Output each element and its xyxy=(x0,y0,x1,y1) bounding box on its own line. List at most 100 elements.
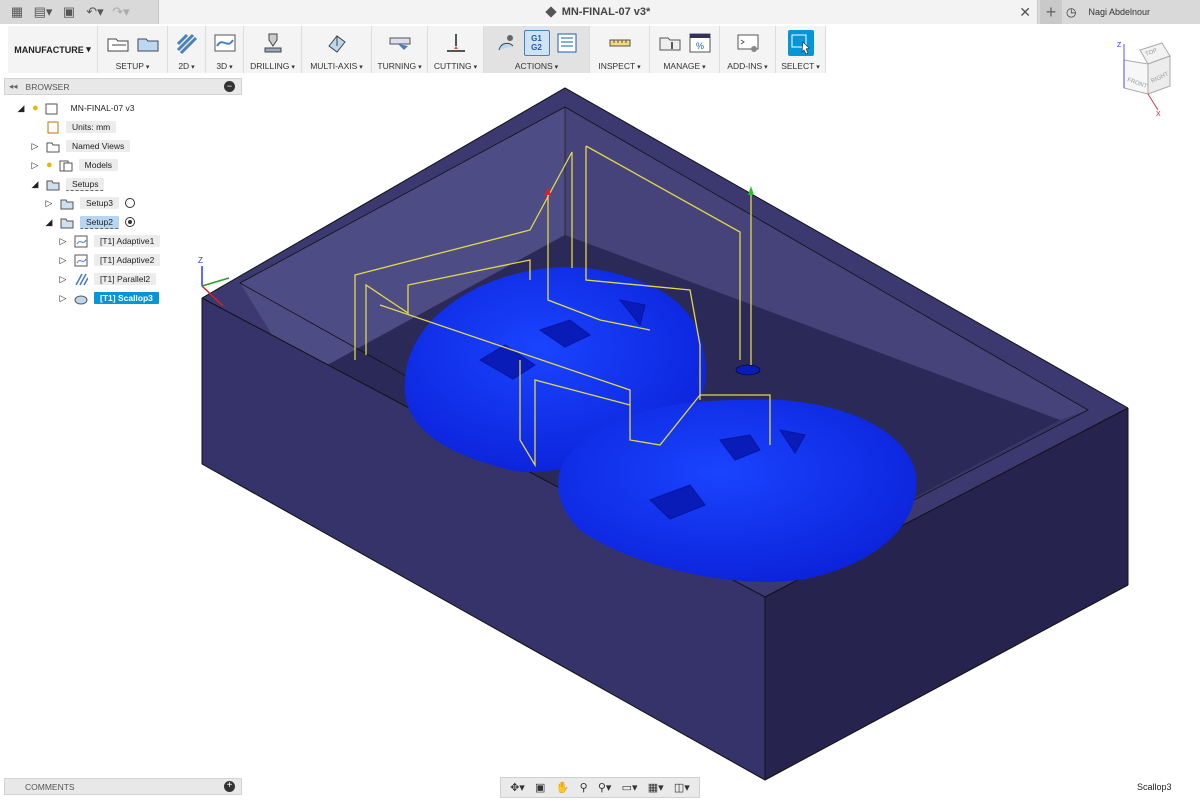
tab-actions[interactable]: G1 G2 ACTIONS xyxy=(484,26,590,73)
lightbulb-icon[interactable]: ● xyxy=(46,159,53,171)
template-icon[interactable]: % xyxy=(687,30,713,56)
file-icon[interactable]: ▤▾ xyxy=(32,1,54,23)
drill-icon[interactable] xyxy=(260,30,286,56)
cutting-icon[interactable] xyxy=(443,30,469,56)
document-icon xyxy=(545,6,557,18)
2d-pocket-icon[interactable] xyxy=(174,30,200,56)
setup-sheet-icon[interactable] xyxy=(554,30,580,56)
expanded-arrow-icon[interactable]: ◢ xyxy=(44,217,54,228)
multi-axis-icon[interactable] xyxy=(324,30,350,56)
setups-folder-icon xyxy=(46,180,60,190)
3d-adaptive-icon[interactable] xyxy=(212,30,238,56)
collapse-browser-icon[interactable]: ◂◂ xyxy=(9,81,18,92)
expanded-arrow-icon[interactable]: ◢ xyxy=(30,179,40,190)
navigation-bar: ✥▾ ▣ ✋ ⚲ ⚲▾ ▭▾ ▦▾ ◫▾ xyxy=(500,777,700,798)
orbit-icon[interactable]: ✥▾ xyxy=(510,781,525,794)
triad-z-label: Z xyxy=(198,256,203,265)
collapsed-arrow-icon[interactable]: ▷ xyxy=(58,236,68,247)
setup-folder-icon[interactable] xyxy=(135,30,161,56)
grid-icon[interactable]: ▦▾ xyxy=(648,781,664,794)
new-setup-icon[interactable] xyxy=(105,30,131,56)
document-node-icon xyxy=(45,103,58,114)
workspace-switcher[interactable]: MANUFACTURE ▾ xyxy=(8,26,98,73)
viewcube[interactable]: TOP FRONT RIGHT Z X xyxy=(1110,38,1190,118)
tab-multi-axis[interactable]: MULTI-AXIS xyxy=(302,26,372,73)
browser-minimize-icon[interactable]: − xyxy=(224,81,235,92)
viewport-3d[interactable] xyxy=(0,0,1200,800)
viewcube-z-label: Z xyxy=(1117,42,1122,49)
units-icon xyxy=(47,121,59,133)
save-icon[interactable]: ▣ xyxy=(58,1,80,23)
collapsed-arrow-icon[interactable]: ▷ xyxy=(58,274,68,285)
display-settings-icon[interactable]: ▭▾ xyxy=(622,781,638,794)
operation-adaptive2[interactable]: ▷ [T1] Adaptive2 xyxy=(58,252,161,268)
tab-3d[interactable]: 3D xyxy=(206,26,244,73)
parallel-op-icon xyxy=(75,273,88,285)
tab-inspect[interactable]: INSPECT xyxy=(590,26,650,73)
undo-icon[interactable]: ↶▾ xyxy=(84,1,106,23)
models-node[interactable]: ▷ ● Models xyxy=(30,157,119,173)
collapsed-arrow-icon[interactable]: ▷ xyxy=(58,293,68,304)
expanded-arrow-icon[interactable]: ◢ xyxy=(16,103,26,114)
tab-add-ins[interactable]: ADD-INS xyxy=(720,26,776,73)
select-icon[interactable] xyxy=(787,29,814,56)
tab-select[interactable]: SELECT xyxy=(776,26,826,73)
active-radio-icon[interactable] xyxy=(124,217,135,227)
axis-triad: Z xyxy=(195,256,235,313)
redo-icon[interactable]: ↷▾ xyxy=(110,1,132,23)
units-node[interactable]: Units: mm xyxy=(46,119,117,135)
measure-icon[interactable] xyxy=(607,30,633,56)
zoom-icon[interactable]: ⚲ xyxy=(580,781,588,794)
setups-node[interactable]: ◢ Setups xyxy=(30,176,105,192)
zoom-window-icon[interactable]: ⚲▾ xyxy=(598,781,612,794)
collapsed-arrow-icon[interactable]: ▷ xyxy=(30,160,40,171)
tab-turning[interactable]: TURNING xyxy=(372,26,428,73)
models-icon xyxy=(59,160,73,171)
adaptive-op-icon xyxy=(74,254,88,266)
tab-cutting[interactable]: CUTTING xyxy=(428,26,484,73)
user-name[interactable]: Nagi Abdelnour xyxy=(1088,7,1150,17)
selection-status: Scallop3 xyxy=(1137,782,1172,792)
operation-parallel2[interactable]: ▷ [T1] Parallel2 xyxy=(58,271,157,287)
ribbon-toolbar: MANUFACTURE ▾ SETUP 2D 3D DRILLING MULTI… xyxy=(8,26,826,73)
svg-text:%: % xyxy=(696,41,704,51)
tab-2d[interactable]: 2D xyxy=(168,26,206,73)
collapsed-arrow-icon[interactable]: ▷ xyxy=(58,255,68,266)
new-tab-button[interactable]: + xyxy=(1040,0,1062,24)
lightbulb-icon[interactable]: ● xyxy=(32,102,39,114)
tree-root[interactable]: ◢ ● MN-FINAL-07 v3 xyxy=(16,100,140,116)
document-tab[interactable]: MN-FINAL-07 v3* ✕ xyxy=(158,0,1038,24)
title-bar: ▦ ▤▾ ▣ ↶▾ ↷▾ MN-FINAL-07 v3* ✕ + ◷ Nagi … xyxy=(0,0,1200,24)
setup-icon xyxy=(60,199,74,209)
setup2-node[interactable]: ◢ Setup2 xyxy=(44,214,135,230)
look-at-icon[interactable]: ▣ xyxy=(535,781,545,794)
browser-panel-header[interactable]: ◂◂ BROWSER − xyxy=(4,78,242,95)
document-title: MN-FINAL-07 v3* xyxy=(561,6,651,18)
collapsed-arrow-icon[interactable]: ▷ xyxy=(44,198,54,209)
named-views-node[interactable]: ▷ Named Views xyxy=(30,138,131,154)
activate-radio-icon[interactable] xyxy=(124,198,135,208)
scallop-op-icon xyxy=(74,295,88,304)
simulate-icon[interactable] xyxy=(494,30,520,56)
adaptive-op-icon xyxy=(74,235,88,247)
operation-scallop3[interactable]: ▷ [T1] Scallop3 xyxy=(58,290,159,306)
collapsed-arrow-icon[interactable]: ▷ xyxy=(30,141,40,152)
app-grid-icon[interactable]: ▦ xyxy=(6,1,28,23)
viewports-icon[interactable]: ◫▾ xyxy=(674,781,690,794)
post-process-icon[interactable]: G1 G2 xyxy=(523,29,550,56)
tab-setup[interactable]: SETUP xyxy=(98,26,168,73)
job-status-icon[interactable]: ◷ xyxy=(1066,5,1076,19)
folder-icon xyxy=(46,142,60,152)
tab-drilling[interactable]: DRILLING xyxy=(244,26,302,73)
setup3-node[interactable]: ▷ Setup3 xyxy=(44,195,135,211)
comments-panel-header[interactable]: COMMENTS + xyxy=(4,778,242,795)
setup-icon xyxy=(60,218,74,228)
turning-icon[interactable] xyxy=(387,30,413,56)
tab-manage[interactable]: % MANAGE xyxy=(650,26,720,73)
operation-adaptive1[interactable]: ▷ [T1] Adaptive1 xyxy=(58,233,161,249)
add-comment-icon[interactable]: + xyxy=(224,781,235,792)
close-tab-icon[interactable]: ✕ xyxy=(1019,4,1031,21)
scripts-icon[interactable] xyxy=(735,30,761,56)
tool-library-icon[interactable] xyxy=(657,30,683,56)
pan-icon[interactable]: ✋ xyxy=(556,781,570,794)
